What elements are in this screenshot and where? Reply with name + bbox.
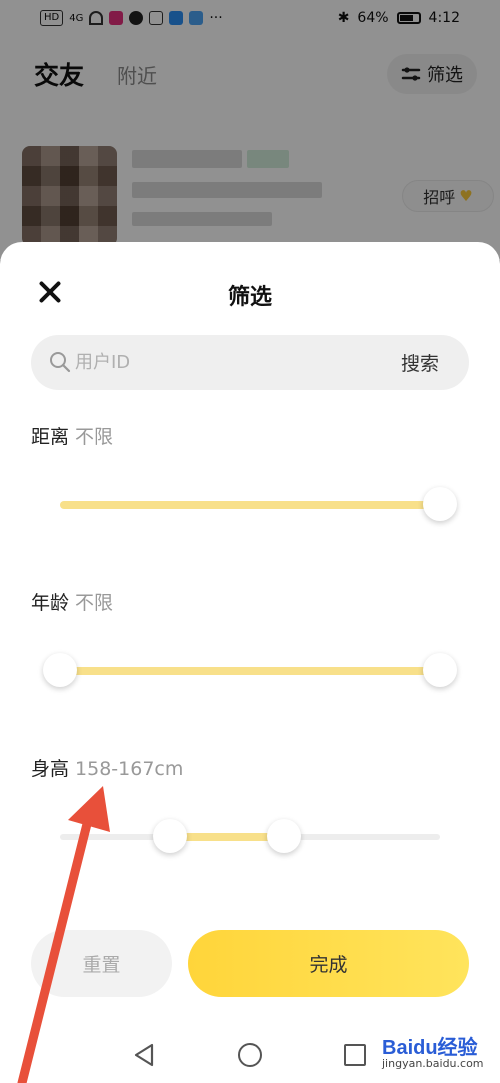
distance-slider[interactable] bbox=[60, 485, 457, 525]
distance-label-row: 距离 不限 bbox=[31, 422, 113, 449]
home-icon[interactable] bbox=[238, 1043, 262, 1067]
slider-thumb-max[interactable] bbox=[423, 487, 457, 521]
annotation-arrow bbox=[17, 786, 110, 1083]
search-button[interactable]: 搜索 bbox=[401, 349, 439, 376]
height-value: 158-167cm bbox=[75, 758, 184, 780]
distance-label: 距离 bbox=[31, 426, 70, 448]
back-icon[interactable] bbox=[132, 1043, 156, 1067]
watermark-brand: Baidu经验 bbox=[382, 1037, 478, 1059]
recent-apps-icon[interactable] bbox=[344, 1044, 366, 1066]
slider-thumb-max[interactable] bbox=[267, 819, 302, 853]
slider-fill bbox=[60, 501, 440, 509]
slider-thumb-min[interactable] bbox=[153, 819, 188, 853]
baidu-watermark: Baidu经验 jingyan.baidu.com bbox=[380, 1025, 495, 1075]
search-input[interactable] bbox=[75, 345, 375, 380]
search-icon bbox=[50, 352, 71, 373]
search-box[interactable]: 搜索 bbox=[31, 335, 469, 390]
height-label-row: 身高 158-167cm bbox=[31, 754, 183, 781]
watermark-url: jingyan.baidu.com bbox=[382, 1057, 484, 1070]
sheet-title: 筛选 bbox=[227, 285, 272, 310]
age-label: 年龄 bbox=[31, 592, 70, 614]
done-button[interactable]: 完成 bbox=[188, 930, 469, 997]
distance-value: 不限 bbox=[75, 426, 114, 448]
slider-fill bbox=[60, 667, 440, 675]
slider-thumb-max[interactable] bbox=[423, 653, 457, 687]
slider-thumb-min[interactable] bbox=[43, 653, 77, 687]
height-label: 身高 bbox=[31, 758, 70, 780]
age-label-row: 年龄 不限 bbox=[31, 588, 113, 615]
age-slider[interactable] bbox=[43, 651, 457, 691]
age-value: 不限 bbox=[75, 592, 114, 614]
